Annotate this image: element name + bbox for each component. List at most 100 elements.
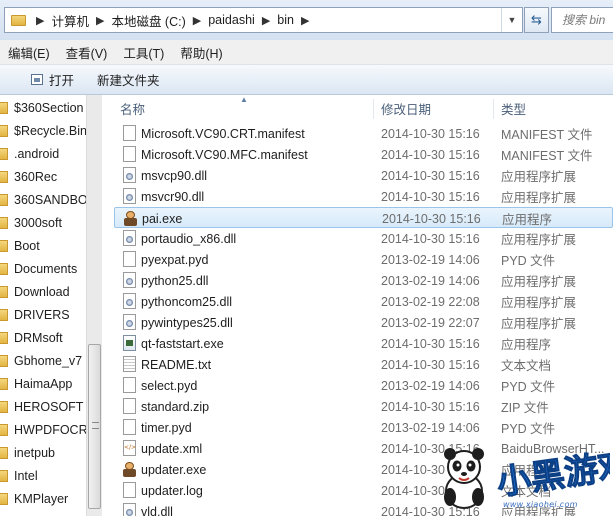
pane-splitter[interactable] — [102, 95, 110, 516]
folder-icon — [0, 263, 8, 275]
search-box[interactable] — [551, 7, 613, 33]
file-name: python25.dll — [141, 273, 209, 288]
address-dropdown-icon[interactable]: ▼ — [501, 8, 522, 32]
file-date: 2014-10-30 15:16 — [381, 147, 480, 162]
menu-help[interactable]: 帮助(H) — [172, 43, 230, 62]
sidebar-item[interactable]: 360Rec — [0, 166, 57, 188]
file-row[interactable]: msvcr90.dll 2014-10-30 15:16 应用程序扩展 — [114, 186, 613, 207]
file-date: 2014-10-30 15:16 — [381, 231, 480, 246]
new-folder-button[interactable]: 新建文件夹 — [85, 65, 171, 94]
sidebar-item[interactable]: .android — [0, 143, 59, 165]
watermark: 小黑游戏 www.xiaohei.com — [433, 437, 613, 516]
chevron-right-icon[interactable]: ▶ — [187, 14, 207, 27]
xml-icon — [123, 440, 136, 456]
sidebar-item[interactable]: KMPlayer — [0, 488, 68, 510]
doc-icon — [123, 125, 136, 141]
file-row[interactable]: msvcp90.dll 2014-10-30 15:16 应用程序扩展 — [114, 165, 613, 186]
file-row[interactable]: select.pyd 2013-02-19 14:06 PYD 文件 — [114, 375, 613, 396]
open-button[interactable]: 打开 — [0, 65, 85, 94]
column-header-type[interactable]: 类型 — [501, 95, 526, 121]
sidebar-item[interactable]: HWPDFOCR — [0, 419, 86, 441]
file-row[interactable]: pyexpat.pyd 2013-02-19 14:06 PYD 文件 — [114, 249, 613, 270]
file-row[interactable]: portaudio_x86.dll 2014-10-30 15:16 应用程序扩展 — [114, 228, 613, 249]
address-bar[interactable]: ▶ 计算机 ▶ 本地磁盘 (C:) ▶ paidashi ▶ bin ▶ ▼ — [4, 7, 523, 33]
pai-app-icon — [123, 461, 136, 477]
file-type: 应用程序扩展 — [501, 191, 577, 205]
dll-icon — [123, 314, 136, 330]
navigation-pane[interactable]: $360Section $Recycle.Bin .android 360Rec 360… — [0, 95, 86, 516]
sidebar-item-label: Boot — [14, 239, 40, 253]
sidebar-item[interactable]: DRMsoft — [0, 327, 63, 349]
sidebar-item-label: .android — [14, 147, 60, 161]
dll-icon — [123, 188, 136, 204]
file-type: 应用程序扩展 — [501, 296, 577, 310]
sidebar-item[interactable]: 3000soft — [0, 212, 62, 234]
file-row[interactable]: standard.zip 2014-10-30 15:16 ZIP 文件 — [114, 396, 613, 417]
folder-icon — [0, 355, 8, 367]
folder-icon — [0, 493, 8, 505]
menu-view[interactable]: 查看(V) — [58, 43, 116, 62]
dll-icon — [123, 293, 136, 309]
file-name: qt-faststart.exe — [141, 336, 224, 351]
sidebar-item[interactable]: inetpub — [0, 442, 55, 464]
file-row[interactable]: pywintypes25.dll 2013-02-19 22:07 应用程序扩展 — [114, 312, 613, 333]
file-name: README.txt — [141, 357, 212, 372]
file-row[interactable]: README.txt 2014-10-30 15:16 文本文档 — [114, 354, 613, 375]
nav-scrollbar[interactable] — [86, 95, 102, 516]
menu-tools[interactable]: 工具(T) — [115, 43, 172, 62]
file-name: pythoncom25.dll — [141, 294, 233, 309]
sidebar-item-label: $360Section — [14, 101, 84, 115]
breadcrumb-paidashi[interactable]: paidashi — [207, 13, 256, 27]
column-header-date[interactable]: 修改日期 — [381, 95, 431, 121]
chevron-right-icon[interactable]: ▶ — [256, 14, 276, 27]
file-row[interactable]: pai.exe 2014-10-30 15:16 应用程序 — [114, 207, 613, 228]
sidebar-item[interactable]: Intel — [0, 465, 38, 487]
folder-icon — [0, 286, 8, 298]
folder-icon — [0, 332, 8, 344]
sidebar-item-label: DRMsoft — [14, 331, 63, 345]
file-name: portaudio_x86.dll — [141, 231, 237, 246]
sidebar-item[interactable]: 360SANDBOX — [0, 189, 86, 211]
sidebar-item[interactable]: HEROSOFT — [0, 396, 83, 418]
file-type: MANIFEST 文件 — [501, 128, 593, 142]
sidebar-item[interactable]: DRIVERS — [0, 304, 70, 326]
breadcrumb-local-disk[interactable]: 本地磁盘 (C:) — [110, 11, 186, 30]
file-type: ZIP 文件 — [501, 401, 549, 415]
file-row[interactable]: qt-faststart.exe 2014-10-30 15:16 应用程序 — [114, 333, 613, 354]
dll-icon — [123, 503, 136, 516]
refresh-button[interactable]: ⇆ — [524, 7, 549, 33]
folder-icon — [0, 171, 8, 183]
chevron-right-icon[interactable]: ▶ — [30, 14, 50, 27]
chevron-right-icon[interactable]: ▶ — [295, 14, 315, 27]
sidebar-item[interactable]: $360Section — [0, 97, 84, 119]
file-date: 2013-02-19 14:06 — [381, 273, 480, 288]
sidebar-item[interactable]: Boot — [0, 235, 40, 257]
nav-scrollbar-thumb[interactable] — [88, 344, 101, 509]
file-row[interactable]: timer.pyd 2013-02-19 14:06 PYD 文件 — [114, 417, 613, 438]
folder-icon — [0, 125, 8, 137]
sidebar-item[interactable]: Download — [0, 281, 70, 303]
file-row[interactable]: pythoncom25.dll 2013-02-19 22:08 应用程序扩展 — [114, 291, 613, 312]
menu-bar: 编辑(E) 查看(V) 工具(T) 帮助(H) — [0, 40, 613, 65]
breadcrumb-computer[interactable]: 计算机 — [50, 11, 90, 30]
file-row[interactable]: python25.dll 2013-02-19 14:06 应用程序扩展 — [114, 270, 613, 291]
breadcrumb-bin[interactable]: bin — [276, 13, 295, 27]
menu-edit[interactable]: 编辑(E) — [0, 43, 58, 62]
sidebar-item[interactable]: $Recycle.Bin — [0, 120, 86, 142]
sidebar-item[interactable]: HaimaApp — [0, 373, 72, 395]
sidebar-item[interactable]: Gbhome_v7 — [0, 350, 82, 372]
file-date: 2013-02-19 22:08 — [381, 294, 480, 309]
address-bar-row: ▶ 计算机 ▶ 本地磁盘 (C:) ▶ paidashi ▶ bin ▶ ▼ ⇆ — [0, 0, 613, 40]
folder-icon — [11, 14, 26, 26]
file-name: Microsoft.VC90.CRT.manifest — [141, 126, 305, 141]
file-name: timer.pyd — [141, 420, 192, 435]
file-date: 2013-02-19 14:06 — [381, 420, 480, 435]
column-header-name[interactable]: 名称 — [120, 95, 145, 121]
chevron-right-icon[interactable]: ▶ — [90, 14, 110, 27]
file-row[interactable]: Microsoft.VC90.CRT.manifest 2014-10-30 15… — [114, 123, 613, 144]
sidebar-item-label: Download — [14, 285, 70, 299]
sidebar-item[interactable]: Documents — [0, 258, 77, 280]
search-input[interactable] — [562, 13, 613, 27]
new-folder-label: 新建文件夹 — [97, 74, 160, 88]
file-row[interactable]: Microsoft.VC90.MFC.manifest 2014-10-30 15… — [114, 144, 613, 165]
